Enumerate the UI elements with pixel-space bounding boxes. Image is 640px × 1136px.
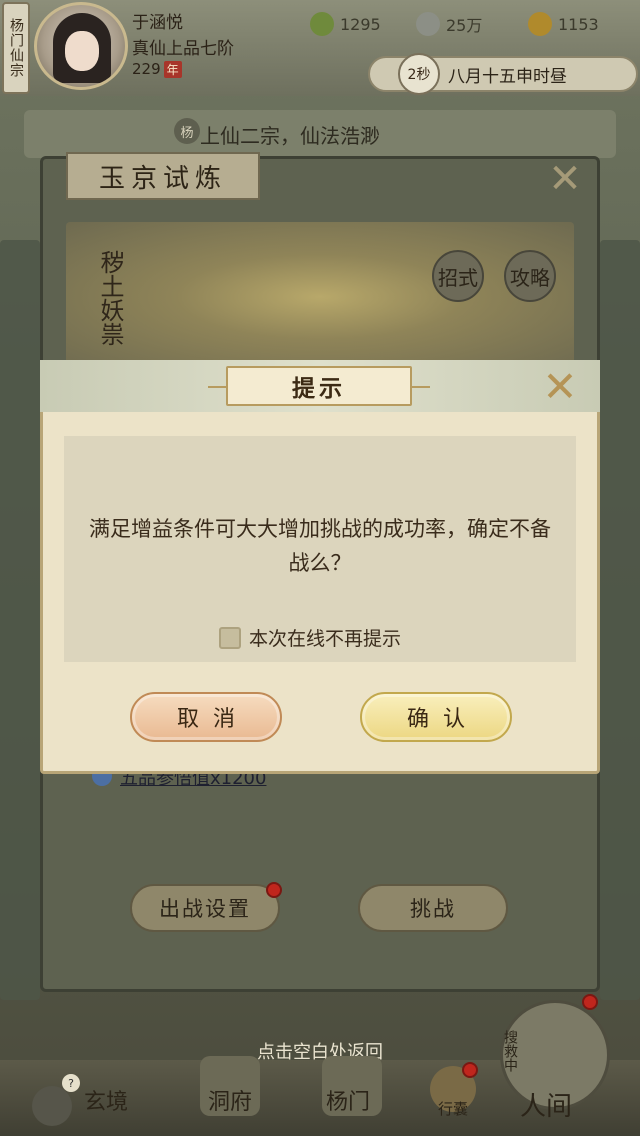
- prompt-message: 满足增益条件可大大增加挑战的成功率，确定不备战么？: [89, 517, 551, 575]
- strategy-button[interactable]: 攻略: [504, 250, 556, 302]
- player-age-unit: 年: [163, 61, 182, 78]
- boss-name: 秽土妖祟: [96, 250, 124, 346]
- time-bar: 2秒 八月十五申时昼: [368, 53, 638, 95]
- player-rank: 真仙上品七阶: [132, 39, 234, 59]
- battle-artwork: [66, 222, 574, 372]
- resource-power[interactable]: 1153: [528, 12, 599, 36]
- notice-badge: 杨: [174, 118, 200, 144]
- notice-text: 上仙二宗，仙法浩渺: [200, 124, 380, 148]
- power-icon: [528, 12, 552, 36]
- resource-coins[interactable]: 25万: [416, 12, 482, 36]
- sect-tag[interactable]: 杨门仙宗: [2, 2, 30, 94]
- resource-jade[interactable]: 1295: [310, 12, 381, 36]
- mortal-world-red-dot: [582, 994, 598, 1010]
- jade-value: 1295: [340, 14, 381, 34]
- trial-panel-close-icon[interactable]: ✕: [542, 156, 588, 202]
- nav-mortal-world[interactable]: 人间: [520, 1086, 572, 1123]
- bag-red-dot: [462, 1062, 478, 1078]
- challenge-button[interactable]: 挑战: [358, 884, 508, 932]
- dialog-close-icon[interactable]: ✕: [536, 362, 584, 411]
- nav-dongfu[interactable]: 洞府: [208, 1084, 252, 1116]
- coins-value: 25万: [446, 16, 483, 35]
- battle-setup-button[interactable]: 出战设置: [130, 884, 280, 932]
- left-building-decoration: [0, 240, 40, 1000]
- player-age: 229 年: [132, 60, 182, 78]
- countdown-timer: 2秒: [398, 53, 440, 95]
- coin-icon: [416, 12, 440, 36]
- moves-button[interactable]: 招式: [432, 250, 484, 302]
- chat-icon[interactable]: [32, 1086, 72, 1126]
- battle-setup-red-dot: [266, 882, 282, 898]
- nav-yangmen[interactable]: 杨门: [326, 1084, 370, 1116]
- cancel-button[interactable]: 取消: [130, 692, 282, 742]
- confirm-button[interactable]: 确认: [360, 692, 512, 742]
- trial-panel-title: 玉京试炼: [66, 152, 260, 200]
- avatar-face: [65, 31, 99, 71]
- dont-remind-row[interactable]: 本次在线不再提示: [219, 624, 401, 651]
- search-rescue-badge: 搜救中: [502, 1030, 518, 1072]
- game-time-label: 八月十五申时昼: [448, 66, 567, 87]
- player-name: 于涵悦: [132, 13, 183, 33]
- jade-icon: [310, 12, 334, 36]
- player-age-value: 229: [132, 60, 161, 78]
- player-avatar[interactable]: [34, 2, 128, 90]
- nav-bag[interactable]: 行囊: [438, 1098, 468, 1119]
- right-building-decoration: [600, 240, 640, 1000]
- chat-badge: ?: [62, 1074, 80, 1092]
- dont-remind-label: 本次在线不再提示: [249, 628, 402, 650]
- dont-remind-checkbox[interactable]: [219, 626, 241, 649]
- prompt-dialog-title: 提示: [208, 366, 430, 406]
- power-value: 1153: [558, 14, 599, 34]
- nav-xuanjing[interactable]: 玄境: [84, 1084, 128, 1116]
